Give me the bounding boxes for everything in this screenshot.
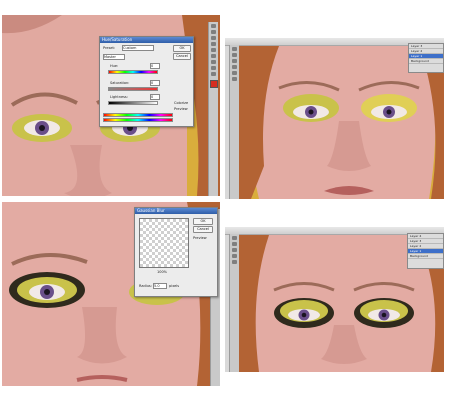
move-tool-icon[interactable]: [232, 236, 237, 240]
cancel-button[interactable]: Cancel: [193, 226, 213, 233]
radius-unit: pixels: [169, 284, 180, 288]
marquee-tool-icon[interactable]: [232, 53, 237, 57]
move-tool-icon[interactable]: [232, 47, 237, 51]
move-tool-icon[interactable]: [211, 24, 216, 28]
saturation-label: Saturation:: [110, 81, 130, 85]
screenshot-bottom-right: Layer 4 Layer 3 Layer 2 Layer 1 Backgrou…: [225, 227, 444, 372]
crop-tool-icon[interactable]: [211, 42, 216, 46]
edit-channel-select[interactable]: Master: [103, 54, 125, 60]
color-ramp-bottom: [103, 118, 173, 122]
preset-label: Preset:: [103, 46, 116, 50]
toolbox: [229, 234, 239, 372]
layer-row[interactable]: Background: [409, 59, 443, 64]
lasso-tool-icon[interactable]: [211, 36, 216, 40]
gaussian-blur-dialog: Gaussian Blur 100% Radius: 5.0 pixels OK…: [134, 207, 218, 297]
zoom-tool-icon[interactable]: [232, 260, 237, 264]
toolbox: [208, 22, 218, 196]
hue-label: Hue:: [110, 64, 119, 68]
brush-tool-icon[interactable]: [232, 65, 237, 69]
radius-label: Radius:: [139, 284, 152, 288]
dialog-title: Hue/Saturation: [100, 37, 193, 43]
zoom-tool-icon[interactable]: [232, 77, 237, 81]
hue-value-field[interactable]: 0: [150, 63, 160, 69]
hue-saturation-dialog: Hue/Saturation Preset: Custom Master Hue…: [99, 36, 194, 127]
marquee-tool-icon[interactable]: [232, 242, 237, 246]
radius-value-field[interactable]: 5.0: [153, 283, 167, 289]
saturation-value-field[interactable]: 0: [150, 80, 160, 86]
layers-panel: Layer 4 Layer 3 Layer 2 Layer 1 Backgrou…: [407, 233, 444, 269]
lightness-value-field[interactable]: 0: [150, 94, 160, 100]
screenshot-top-right: Layer 3 Layer 2 Layer 1 Background: [225, 38, 444, 199]
eraser-tool-icon[interactable]: [232, 254, 237, 258]
saturation-slider[interactable]: [108, 87, 158, 91]
toolbox: [229, 45, 239, 199]
zoom-value: 100%: [157, 270, 168, 274]
ok-button[interactable]: OK: [173, 45, 191, 52]
screenshot-top-left: Hue/Saturation Preset: Custom Master Hue…: [2, 15, 220, 196]
hue-slider[interactable]: [108, 70, 158, 74]
preset-select[interactable]: Custom: [122, 45, 154, 51]
gradient-tool-icon[interactable]: [211, 60, 216, 64]
text-tool-icon[interactable]: [211, 66, 216, 70]
layers-panel: Layer 3 Layer 2 Layer 1 Background: [408, 43, 444, 73]
preview-checkbox[interactable]: Preview: [174, 107, 188, 111]
lasso-tool-icon[interactable]: [232, 59, 237, 63]
brush-tool-icon[interactable]: [232, 248, 237, 252]
cancel-button[interactable]: Cancel: [173, 53, 191, 60]
screenshot-bottom-left: Gaussian Blur 100% Radius: 5.0 pixels OK…: [2, 202, 220, 386]
color-ramp-top: [103, 113, 173, 117]
dialog-title: Gaussian Blur: [135, 208, 217, 214]
colorize-checkbox[interactable]: Colorize: [174, 101, 188, 105]
preview-checkbox[interactable]: Preview: [193, 236, 207, 240]
brush-tool-icon[interactable]: [211, 48, 216, 52]
foreground-color-swatch[interactable]: [209, 80, 218, 88]
eraser-tool-icon[interactable]: [232, 71, 237, 75]
ok-button[interactable]: OK: [193, 218, 213, 225]
lightness-slider[interactable]: [108, 101, 158, 105]
marquee-tool-icon[interactable]: [211, 30, 216, 34]
layer-row[interactable]: Background: [408, 254, 443, 259]
eraser-tool-icon[interactable]: [211, 54, 216, 58]
lightness-label: Lightness:: [110, 95, 128, 99]
zoom-tool-icon[interactable]: [211, 72, 216, 76]
blur-preview-area: [139, 218, 189, 268]
